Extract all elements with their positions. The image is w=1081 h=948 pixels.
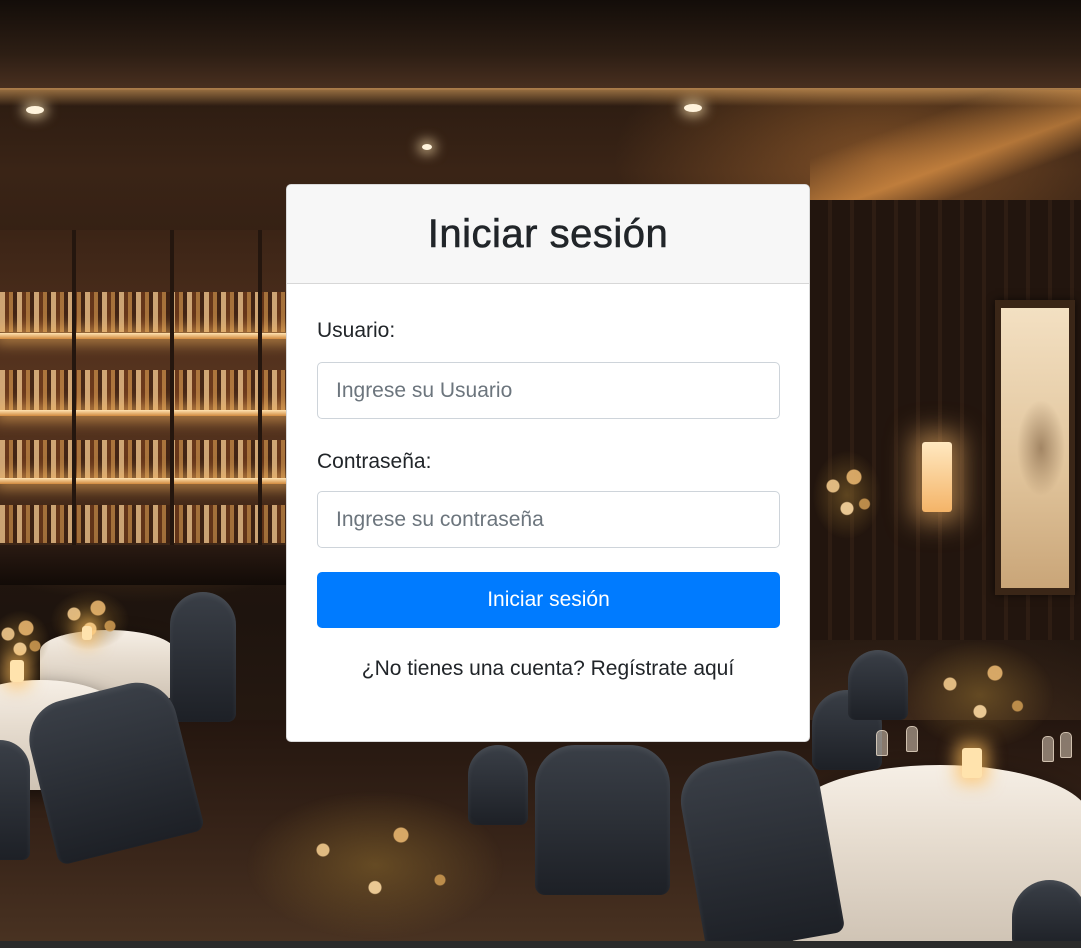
username-input[interactable]	[317, 362, 780, 419]
flower-arrangement	[812, 450, 882, 540]
chair	[0, 740, 30, 860]
bottom-edge-strip	[0, 941, 1081, 948]
chair	[1012, 880, 1081, 948]
chair	[535, 745, 670, 895]
login-submit-button[interactable]: Iniciar sesión	[317, 572, 780, 628]
login-card: Iniciar sesión Usuario: Contraseña: Inic…	[286, 184, 810, 742]
register-link[interactable]: Regístrate aquí	[591, 657, 735, 680]
flower-arrangement	[245, 790, 505, 940]
bar-post	[72, 230, 76, 560]
chair	[848, 650, 908, 720]
wine-glass	[1042, 736, 1054, 762]
ceiling-spotlight	[684, 104, 702, 112]
wine-glass	[906, 726, 918, 752]
password-input[interactable]	[317, 491, 780, 548]
chair	[170, 592, 236, 722]
bottle-row	[0, 505, 290, 543]
bar-counter	[0, 545, 290, 585]
bottle-row	[0, 370, 290, 410]
bar-shelf	[0, 410, 290, 416]
bar-shelf	[0, 478, 290, 484]
page-background: Iniciar sesión Usuario: Contraseña: Inic…	[0, 0, 1081, 948]
login-card-header: Iniciar sesión	[287, 185, 809, 284]
chair	[468, 745, 528, 825]
wall-lamp	[922, 442, 952, 512]
wine-glass	[876, 730, 888, 756]
register-prompt-line: ¿No tienes una cuenta? Regístrate aquí	[287, 657, 809, 681]
ceiling	[0, 0, 1081, 90]
candle	[10, 660, 24, 682]
flower-arrangement	[905, 640, 1055, 750]
register-prompt-text: ¿No tienes una cuenta?	[361, 657, 585, 680]
wall-painting	[1001, 308, 1069, 588]
candle	[82, 626, 92, 640]
bottle-row	[0, 440, 290, 480]
password-label: Contraseña:	[317, 450, 432, 473]
bar-post	[170, 230, 174, 560]
flower-arrangement	[50, 590, 130, 650]
bar-shelf	[0, 333, 290, 339]
candle	[962, 748, 982, 778]
bottle-row	[0, 292, 290, 332]
ceiling-spotlight	[422, 144, 432, 150]
ceiling-spotlight	[26, 106, 44, 114]
bar-post	[258, 230, 262, 560]
username-label: Usuario:	[317, 319, 396, 342]
wine-glass	[1060, 732, 1072, 758]
login-title: Iniciar sesión	[427, 211, 669, 256]
